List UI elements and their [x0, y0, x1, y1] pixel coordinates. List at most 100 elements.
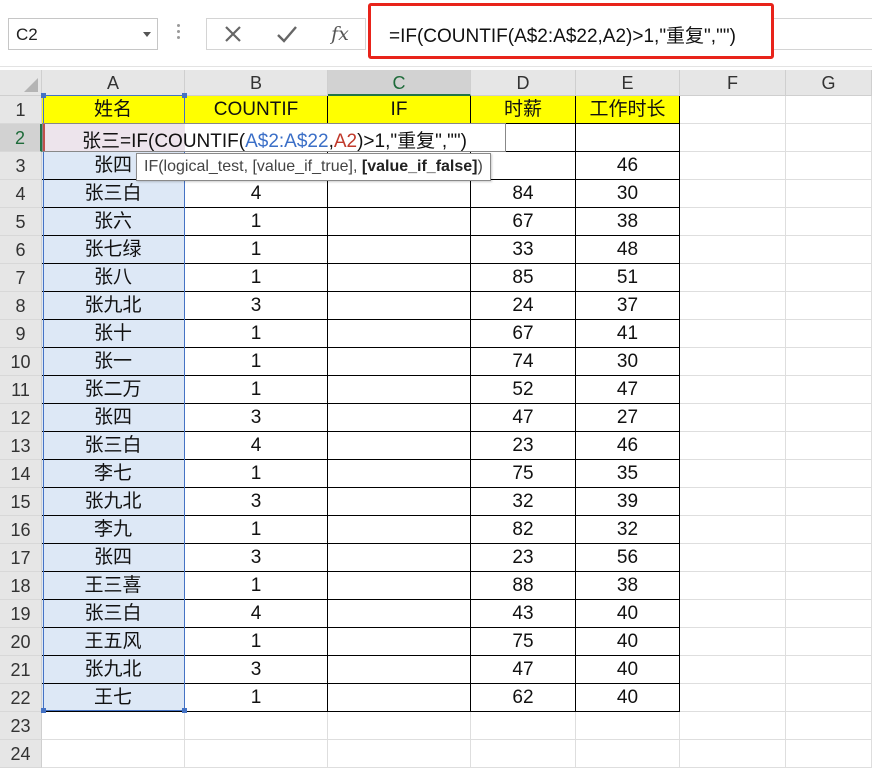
column-header-e[interactable]: E	[576, 70, 680, 96]
cell-b20[interactable]: 1	[185, 628, 328, 656]
cell-f10[interactable]	[680, 348, 786, 376]
row-header-11[interactable]: 11	[0, 376, 42, 404]
row-header-19[interactable]: 19	[0, 600, 42, 628]
cell-f2[interactable]	[680, 124, 786, 152]
cell-a4[interactable]: 张三白	[42, 180, 185, 208]
cell-b12[interactable]: 3	[185, 404, 328, 432]
name-box[interactable]: C2	[8, 18, 158, 50]
cell-e20[interactable]: 40	[576, 628, 680, 656]
cell-d9[interactable]: 67	[471, 320, 576, 348]
row-header-2[interactable]: 2	[0, 124, 42, 152]
cell-f18[interactable]	[680, 572, 786, 600]
cell-a9[interactable]: 张十	[42, 320, 185, 348]
cell-a13[interactable]: 张三白	[42, 432, 185, 460]
cell-a24[interactable]	[42, 740, 185, 768]
cell-a5[interactable]: 张六	[42, 208, 185, 236]
cell-e13[interactable]: 46	[576, 432, 680, 460]
cell-g12[interactable]	[786, 404, 872, 432]
cell-b11[interactable]: 1	[185, 376, 328, 404]
cell-g18[interactable]	[786, 572, 872, 600]
column-header-c[interactable]: C	[328, 70, 471, 96]
cell-d12[interactable]: 47	[471, 404, 576, 432]
cell-c21[interactable]	[328, 656, 471, 684]
cell-d16[interactable]: 82	[471, 516, 576, 544]
cell-a17[interactable]: 张四	[42, 544, 185, 572]
cell-a20[interactable]: 王五风	[42, 628, 185, 656]
cell-b14[interactable]: 1	[185, 460, 328, 488]
cell-d23[interactable]	[471, 712, 576, 740]
cell-f12[interactable]	[680, 404, 786, 432]
tooltip-arg2[interactable]: [value_if_true],	[252, 158, 361, 175]
cell-a6[interactable]: 张七绿	[42, 236, 185, 264]
cell-c8[interactable]	[328, 292, 471, 320]
cell-f19[interactable]	[680, 600, 786, 628]
cell-g5[interactable]	[786, 208, 872, 236]
cell-g8[interactable]	[786, 292, 872, 320]
cell-d17[interactable]: 23	[471, 544, 576, 572]
cell-e2[interactable]	[576, 124, 680, 152]
cell-g17[interactable]	[786, 544, 872, 572]
cell-b10[interactable]: 1	[185, 348, 328, 376]
cell-d6[interactable]: 33	[471, 236, 576, 264]
cell-b22[interactable]: 1	[185, 684, 328, 712]
cell-d24[interactable]	[471, 740, 576, 768]
cell-b16[interactable]: 1	[185, 516, 328, 544]
cell-f20[interactable]	[680, 628, 786, 656]
cell-c14[interactable]	[328, 460, 471, 488]
cell-c6[interactable]	[328, 236, 471, 264]
cell-c5[interactable]	[328, 208, 471, 236]
cell-g4[interactable]	[786, 180, 872, 208]
cell-e21[interactable]: 40	[576, 656, 680, 684]
enter-button[interactable]	[267, 19, 307, 49]
cell-d18[interactable]: 88	[471, 572, 576, 600]
cell-f21[interactable]	[680, 656, 786, 684]
cell-a18[interactable]: 王三喜	[42, 572, 185, 600]
insert-function-button[interactable]: fx	[319, 19, 361, 49]
cell-a21[interactable]: 张九北	[42, 656, 185, 684]
cell-d14[interactable]: 75	[471, 460, 576, 488]
cell-e3[interactable]: 46	[576, 152, 680, 180]
cell-c24[interactable]	[328, 740, 471, 768]
cell-e18[interactable]: 38	[576, 572, 680, 600]
row-header-24[interactable]: 24	[0, 740, 42, 768]
cell-c19[interactable]	[328, 600, 471, 628]
row-header-13[interactable]: 13	[0, 432, 42, 460]
cell-d4[interactable]: 84	[471, 180, 576, 208]
cell-e7[interactable]: 51	[576, 264, 680, 292]
cell-g9[interactable]	[786, 320, 872, 348]
row-header-22[interactable]: 22	[0, 684, 42, 712]
cell-a15[interactable]: 张九北	[42, 488, 185, 516]
cell-d22[interactable]: 62	[471, 684, 576, 712]
cell-b1[interactable]: COUNTIF	[185, 96, 328, 124]
cell-g23[interactable]	[786, 712, 872, 740]
cell-e23[interactable]	[576, 712, 680, 740]
cell-c7[interactable]	[328, 264, 471, 292]
cancel-button[interactable]	[215, 19, 251, 49]
cell-g7[interactable]	[786, 264, 872, 292]
cell-f1[interactable]	[680, 96, 786, 124]
row-header-12[interactable]: 12	[0, 404, 42, 432]
cell-f7[interactable]	[680, 264, 786, 292]
cell-c13[interactable]	[328, 432, 471, 460]
cell-e14[interactable]: 35	[576, 460, 680, 488]
cell-e4[interactable]: 30	[576, 180, 680, 208]
cell-f23[interactable]	[680, 712, 786, 740]
cell-e19[interactable]: 40	[576, 600, 680, 628]
function-tooltip[interactable]: IF(logical_test, [value_if_true], [value…	[136, 153, 491, 181]
cell-b21[interactable]: 3	[185, 656, 328, 684]
row-header-21[interactable]: 21	[0, 656, 42, 684]
cell-f6[interactable]	[680, 236, 786, 264]
row-header-4[interactable]: 4	[0, 180, 42, 208]
cell-c23[interactable]	[328, 712, 471, 740]
cell-d1[interactable]: 时薪	[471, 96, 576, 124]
cell-g2[interactable]	[786, 124, 872, 152]
cell-e6[interactable]: 48	[576, 236, 680, 264]
cell-d5[interactable]: 67	[471, 208, 576, 236]
cell-b4[interactable]: 4	[185, 180, 328, 208]
cell-e15[interactable]: 39	[576, 488, 680, 516]
cell-f11[interactable]	[680, 376, 786, 404]
cell-g15[interactable]	[786, 488, 872, 516]
row-header-7[interactable]: 7	[0, 264, 42, 292]
row-header-23[interactable]: 23	[0, 712, 42, 740]
cell-f13[interactable]	[680, 432, 786, 460]
